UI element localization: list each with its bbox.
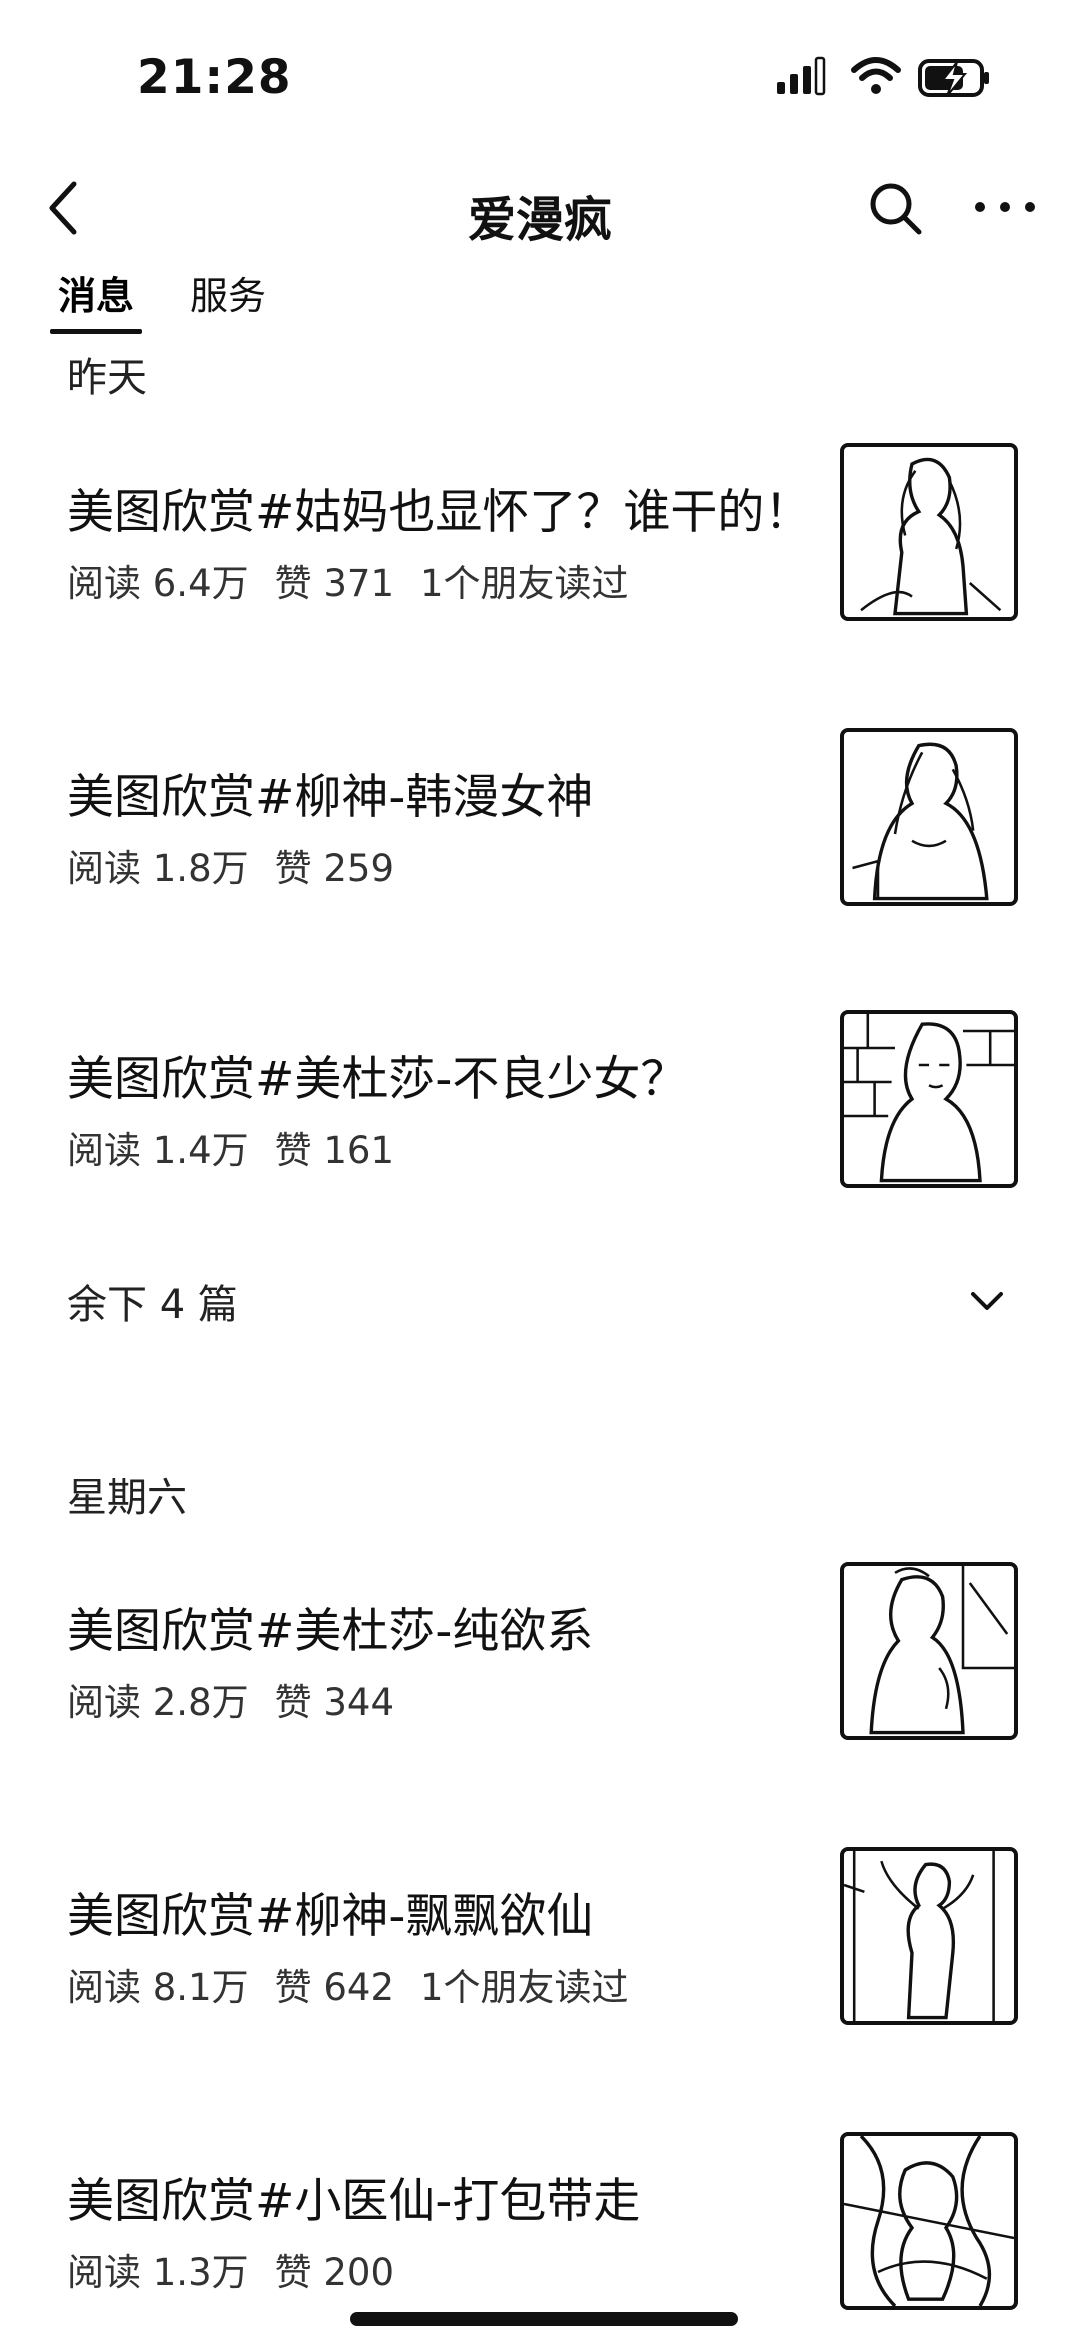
article-item[interactable]: 美图欣赏#美杜莎-纯欲系 阅读 2.8万赞 344 bbox=[0, 1562, 1080, 1742]
status-time: 21:28 bbox=[137, 50, 292, 105]
article-likes: 赞 642 bbox=[274, 1966, 394, 2009]
tab-messages[interactable]: 消息 bbox=[58, 265, 134, 320]
article-reads: 阅读 1.4万 bbox=[67, 1129, 249, 1172]
wifi-icon bbox=[851, 57, 901, 94]
article-meta: 阅读 6.4万赞 371 1个朋友读过 bbox=[67, 553, 655, 607]
thumbnail-illustration bbox=[844, 1014, 1014, 1183]
article-thumbnail bbox=[840, 1010, 1018, 1188]
thumbnail-illustration bbox=[844, 2136, 1014, 2306]
article-title: 美图欣赏#美杜莎-纯欲系 bbox=[67, 1604, 594, 1659]
article-meta: 阅读 1.4万赞 161 bbox=[67, 1120, 446, 1174]
article-meta: 阅读 8.1万赞 642 1个朋友读过 bbox=[67, 1957, 655, 2011]
article-friends-read: 1个朋友读过 bbox=[420, 1966, 629, 2009]
article-item[interactable]: 美图欣赏#柳神-飘飘欲仙 阅读 8.1万赞 642 1个朋友读过 bbox=[0, 1847, 1080, 2027]
section-date: 昨天 bbox=[67, 355, 147, 401]
more-articles-label: 余下 4 篇 bbox=[67, 1282, 238, 1328]
article-reads: 阅读 6.4万 bbox=[67, 562, 249, 605]
battery-charging-icon bbox=[918, 59, 989, 97]
signal-icon bbox=[777, 56, 826, 96]
article-reads: 阅读 1.3万 bbox=[67, 2251, 249, 2294]
article-item[interactable]: 美图欣赏#柳神-韩漫女神 阅读 1.8万赞 259 bbox=[0, 728, 1080, 908]
article-likes: 赞 161 bbox=[274, 1129, 394, 1172]
article-item[interactable]: 美图欣赏#美杜莎-不良少女？ 阅读 1.4万赞 161 bbox=[0, 1010, 1080, 1190]
section-date: 星期六 bbox=[67, 1475, 187, 1521]
article-likes: 赞 259 bbox=[274, 847, 394, 890]
article-item[interactable]: 美图欣赏#姑妈也显怀了？谁干的！ 阅读 6.4万赞 371 1个朋友读过 bbox=[0, 443, 1080, 623]
more-icon[interactable] bbox=[970, 185, 1040, 230]
article-reads: 阅读 8.1万 bbox=[67, 1966, 249, 2009]
thumbnail-illustration bbox=[869, 1566, 1014, 1735]
article-thumbnail bbox=[840, 1562, 1018, 1740]
thumbnail-illustration bbox=[844, 1851, 995, 2021]
thumbnail-illustration bbox=[860, 457, 1002, 616]
article-likes: 赞 200 bbox=[274, 2251, 394, 2294]
search-icon[interactable] bbox=[865, 178, 925, 238]
article-reads: 阅读 1.8万 bbox=[67, 847, 249, 890]
article-meta: 阅读 1.8万赞 259 bbox=[67, 838, 446, 892]
tab-active-indicator bbox=[50, 329, 142, 334]
home-indicator[interactable] bbox=[350, 2312, 738, 2326]
article-reads: 阅读 2.8万 bbox=[67, 1681, 249, 1724]
tab-services[interactable]: 服务 bbox=[190, 265, 266, 320]
expand-more-row[interactable]: 余下 4 篇 bbox=[0, 1260, 1080, 1340]
article-meta: 阅读 1.3万赞 200 bbox=[67, 2242, 446, 2296]
article-thumbnail bbox=[840, 1847, 1018, 2025]
article-title: 美图欣赏#小医仙-打包带走 bbox=[67, 2174, 641, 2229]
thumbnail-illustration bbox=[852, 742, 989, 901]
article-title: 美图欣赏#美杜莎-不良少女？ bbox=[67, 1052, 688, 1107]
article-friends-read: 1个朋友读过 bbox=[420, 562, 629, 605]
article-meta: 阅读 2.8万赞 344 bbox=[67, 1672, 446, 1726]
article-thumbnail bbox=[840, 728, 1018, 906]
article-thumbnail bbox=[840, 2132, 1018, 2310]
article-likes: 赞 371 bbox=[274, 562, 394, 605]
article-item[interactable]: 美图欣赏#小医仙-打包带走 阅读 1.3万赞 200 bbox=[0, 2132, 1080, 2312]
article-likes: 赞 344 bbox=[274, 1681, 394, 1724]
article-title: 美图欣赏#柳神-韩漫女神 bbox=[67, 770, 594, 825]
article-thumbnail bbox=[840, 443, 1018, 621]
article-title: 美图欣赏#柳神-飘飘欲仙 bbox=[67, 1889, 594, 1944]
screen: 21:28 爱漫疯 消息 服务 昨天 美图欣赏#姑妈也显怀了？谁干的！ 阅读 6… bbox=[0, 0, 1080, 2341]
chevron-down-icon bbox=[971, 1292, 1003, 1310]
article-title: 美图欣赏#姑妈也显怀了？谁干的！ bbox=[67, 485, 812, 540]
